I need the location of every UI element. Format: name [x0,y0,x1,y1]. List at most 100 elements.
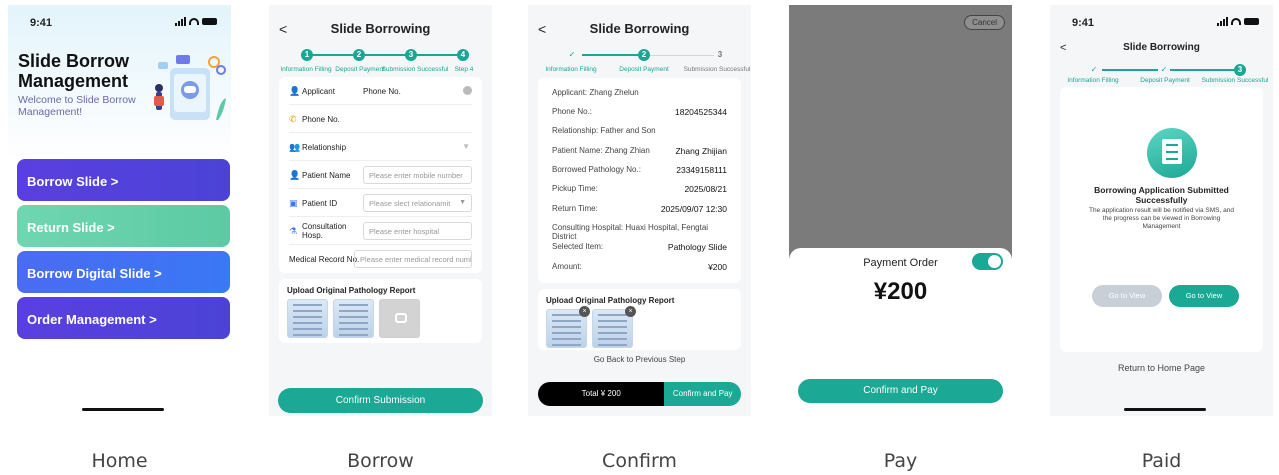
chevron-down-icon: ▼ [462,142,470,151]
camera-icon [395,313,407,323]
person-icon: 👤 [289,86,301,96]
caption-pay: Pay [883,450,918,472]
header-title: Slide Borrowing [330,21,431,36]
return-slide-button[interactable]: Return Slide > [17,205,230,247]
step-label: Information Filling [280,66,332,73]
caption-confirm: Confirm [602,450,677,472]
report-thumbnail[interactable] [287,299,328,338]
remove-icon[interactable]: × [579,306,590,317]
form-card: 👤 Applicant Phone No. ✆ Phone No. 👥 Rela… [279,77,482,273]
step-label: Deposit Payment [335,66,385,73]
header-title: Slide Borrowing [589,21,690,36]
go-back-link[interactable]: Go Back to Previous Step [528,355,751,364]
record-input[interactable]: Please enter medical record number [354,250,472,268]
summary-row: Borrowed Pathology No.: 23349158111 [552,165,727,175]
summary-row: Selected Item: Pathology Slide [552,242,727,252]
payment-sheet: Payment Order ¥200 Confirm and Pay [789,248,1012,416]
report-thumbnail[interactable]: × [592,306,636,348]
return-home-link[interactable]: Return to Home Page [1050,363,1273,373]
summary-row: Phone No.: 18204525344 [552,107,727,117]
patient-id-row: ▣ Patient ID Please slect relationamit ▼ [289,189,472,217]
step-3: 3 [1234,64,1246,76]
back-button[interactable]: < [538,21,546,37]
patient-name-row: 👤 Patient Name Please enter mobile numbe… [289,161,472,189]
applicant-row[interactable]: 👤 Applicant Phone No. [289,77,472,105]
relationship-row[interactable]: 👥 Relationship ▼ [289,133,472,161]
hospital-row: ⚗ Consultation Hosp. Please enter hospit… [289,217,472,245]
back-button[interactable]: < [1060,42,1066,54]
clear-icon[interactable] [463,86,472,95]
caption-borrow: Borrow [347,450,414,472]
summary-row: Relationship: Father and Son [552,126,656,135]
header: < Slide Borrowing [528,21,751,39]
add-photo-button[interactable] [379,299,420,338]
success-title: Borrowing Application Submitted Successf… [1094,185,1229,205]
paid-screen: 9:41 < Slide Borrowing ✓ ✓ 3 Information… [1050,5,1273,416]
header: < Slide Borrowing [1050,42,1273,60]
confirm-pay-button[interactable]: Confirm and Pay [664,382,741,406]
page-title: Slide Borrow Management [18,51,130,91]
borrow-slide-button[interactable]: Borrow Slide > [17,159,230,201]
people-icon: 👥 [289,142,301,152]
caption-home: Home [91,450,148,472]
payment-amount: ¥200 [873,278,928,305]
summary-row: Amount: ¥200 [552,262,727,272]
pay-bar: Total ¥ 200 Confirm and Pay [538,382,741,406]
hospital-input[interactable]: Please enter hospital [363,222,472,240]
step-label: Submission Successful [683,66,751,73]
battery-icon [1244,18,1259,25]
step-4: 4 [457,49,469,61]
wifi-icon [189,18,199,25]
home-indicator [1124,408,1206,411]
success-description: The application result will be notified … [1089,207,1234,230]
step-3: 3 [405,49,417,61]
confirm-pay-button[interactable]: Confirm and Pay [798,379,1003,403]
confirm-submission-button[interactable]: Confirm Submission [278,388,483,413]
step-3: 3 [717,50,723,59]
signal-icon [1217,17,1228,26]
step-label: Deposit Payment [1140,77,1190,84]
step-2: 2 [638,49,650,61]
phone-icon: ✆ [289,114,297,124]
report-thumbnail[interactable] [333,299,374,338]
record-row: Medical Record No. Please enter medical … [289,245,472,273]
patient-id-select[interactable]: Please slect relationamit ▼ [363,194,472,212]
status-bar: 9:41 [8,17,231,31]
patient-name-input[interactable]: Please enter mobile number [363,166,472,184]
step-done-icon: ✓ [1160,65,1168,74]
home-screen: 9:41 Slide Borrow Management Welcome to … [8,5,231,416]
id-card-icon: ▣ [289,198,298,208]
report-thumbnail[interactable]: × [546,306,590,348]
summary-row: Pickup Time: 2025/08/21 [552,184,727,194]
status-time: 9:41 [1072,17,1095,29]
back-button[interactable]: < [279,21,287,37]
borrow-screen: < Slide Borrowing 1 2 3 4 Information Fi… [269,5,492,416]
document-check-icon [1147,128,1197,178]
robot-illustration-icon [154,55,226,120]
chevron-down-icon: ▼ [459,199,466,206]
step-label: Step 4 [454,66,474,73]
step-done-icon: ✓ [1090,65,1098,74]
stepper: 1 2 3 4 Information Filling Deposit Paym… [269,49,492,77]
summary-card: Applicant: Zhang Zhelun Phone No.: 182045… [538,78,741,283]
order-management-button[interactable]: Order Management > [17,297,230,339]
summary-row: Patient Name: Zhang Zhian Zhang Zhijian [552,146,727,156]
upload-title: Upload Original Pathology Report [287,286,416,295]
confirm-screen: < Slide Borrowing ✓ 2 3 Information Fill… [528,5,751,416]
step-1: 1 [301,49,313,61]
cancel-button[interactable]: Cancel [964,15,1005,30]
go-to-view-button[interactable]: Go to View [1169,285,1239,307]
upload-card: Upload Original Pathology Report [279,279,482,343]
patient-icon: 👤 [289,170,301,180]
flask-icon: ⚗ [289,226,298,236]
header-title: Slide Borrowing [1123,42,1200,53]
success-card: Borrowing Application Submitted Successf… [1060,87,1263,352]
remove-icon[interactable]: × [625,306,636,317]
phone-row[interactable]: ✆ Phone No. [289,105,472,133]
status-bar: 9:41 [1050,17,1273,31]
payment-toggle[interactable] [972,253,1003,270]
borrow-digital-slide-button[interactable]: Borrow Digital Slide > [17,251,230,293]
step-label: Information Filling [1067,77,1119,84]
step-label: Deposit Payment [619,66,669,73]
stepper: ✓ 2 3 Information Filling Deposit Paymen… [528,49,751,77]
